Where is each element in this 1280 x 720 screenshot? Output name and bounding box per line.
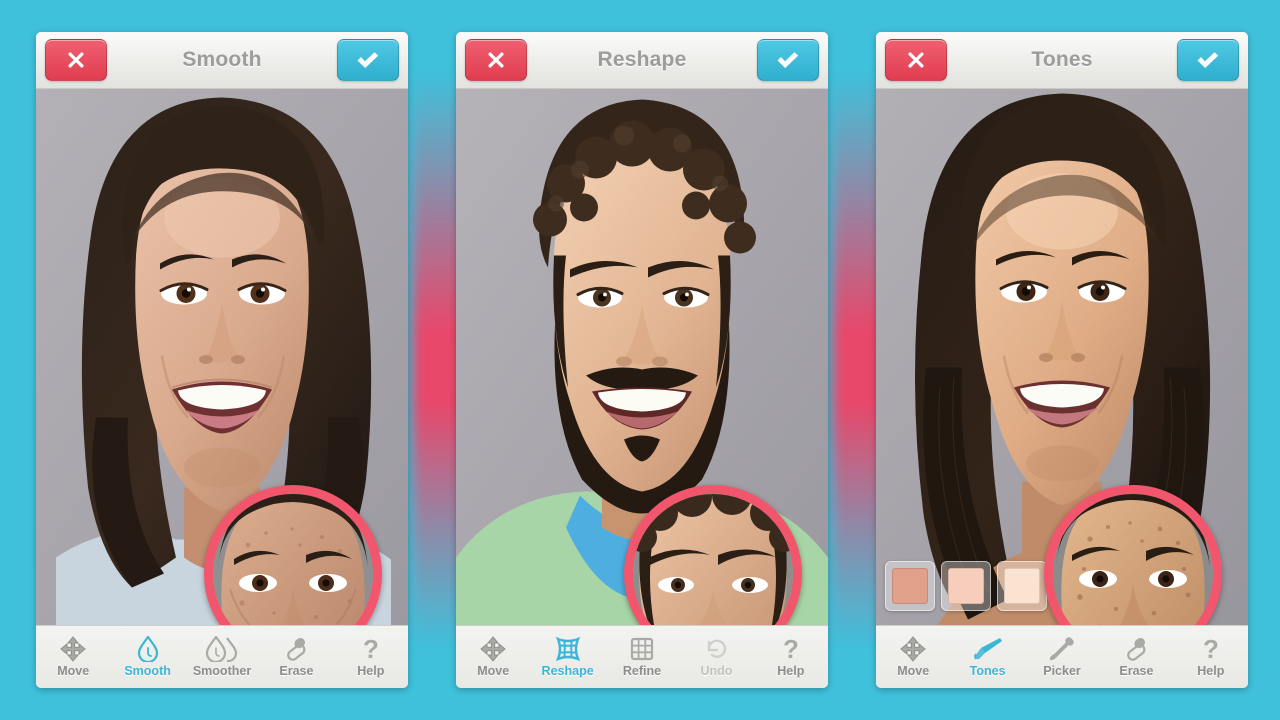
close-x-icon: [68, 52, 84, 68]
loupe-portrait-before: [1053, 494, 1213, 625]
tool-move[interactable]: Move: [876, 636, 950, 678]
tone-swatch-3[interactable]: [997, 561, 1047, 611]
toolbar-tones: Move Tones Picker Erase ? Help: [876, 625, 1248, 688]
tone-swatch-color: [948, 568, 984, 604]
question-mark-icon: ?: [781, 636, 801, 662]
before-preview-loupe[interactable]: [624, 485, 802, 625]
panel-tones: Tones Move Tones Picker Erase ? Help: [876, 32, 1248, 688]
tool-label: Undo: [700, 664, 733, 678]
tone-swatch-color: [892, 568, 928, 604]
tool-move[interactable]: Move: [456, 636, 530, 678]
eraser-icon: [1123, 636, 1149, 662]
tool-label: Reshape: [541, 664, 594, 678]
confirm-button[interactable]: [337, 39, 399, 81]
eyedropper-icon: [1048, 636, 1076, 662]
confirm-button[interactable]: [757, 39, 819, 81]
tone-swatch-1[interactable]: [885, 561, 935, 611]
tool-undo[interactable]: Undo: [679, 636, 753, 678]
tool-label: Move: [57, 664, 90, 678]
droplet-icon: [137, 636, 159, 662]
loupe-portrait-before: [633, 494, 793, 625]
tool-label: Picker: [1043, 664, 1081, 678]
tool-erase[interactable]: Erase: [259, 636, 333, 678]
tool-smooth[interactable]: Smooth: [110, 636, 184, 678]
photo-canvas[interactable]: [36, 89, 408, 625]
tool-label: Refine: [622, 664, 662, 678]
before-preview-loupe[interactable]: [1044, 485, 1222, 625]
svg-text:?: ?: [1203, 636, 1219, 662]
tool-label: Smooth: [124, 664, 171, 678]
tool-label: Move: [897, 664, 930, 678]
tool-picker[interactable]: Picker: [1025, 636, 1099, 678]
eraser-icon: [283, 636, 309, 662]
move-arrows-icon: [900, 636, 926, 662]
move-arrows-icon: [60, 636, 86, 662]
tone-swatch-tray: [885, 561, 1047, 611]
svg-text:?: ?: [363, 636, 379, 662]
before-preview-loupe[interactable]: [204, 485, 382, 625]
tool-help[interactable]: ? Help: [1174, 636, 1248, 678]
photo-canvas[interactable]: [456, 89, 828, 625]
fine-grid-icon: [629, 636, 655, 662]
move-arrows-icon: [480, 636, 506, 662]
photo-canvas[interactable]: [876, 89, 1248, 625]
question-mark-icon: ?: [361, 636, 381, 662]
tool-smoother[interactable]: Smoother: [185, 636, 259, 678]
page-title: Tones: [1031, 48, 1093, 71]
undo-arrow-icon: [703, 636, 729, 662]
tool-label: Erase: [1119, 664, 1154, 678]
tool-tones[interactable]: Tones: [950, 636, 1024, 678]
panel-smooth: Smooth Move Smooth Smoother Erase ? Help: [36, 32, 408, 688]
tone-swatch-color: [1004, 568, 1040, 604]
tool-label: Help: [1197, 664, 1225, 678]
page-title: Smooth: [182, 48, 262, 71]
svg-text:?: ?: [783, 636, 799, 662]
tool-help[interactable]: ? Help: [334, 636, 408, 678]
tool-label: Help: [357, 664, 385, 678]
app-screenshot: Smooth Move Smooth Smoother Erase ? Help…: [0, 0, 1280, 720]
panel-header: Reshape: [456, 32, 828, 89]
question-mark-icon: ?: [1201, 636, 1221, 662]
check-icon: [1197, 52, 1219, 68]
loupe-portrait-before: [213, 494, 373, 625]
warp-grid-icon: [555, 636, 581, 662]
cancel-button[interactable]: [885, 39, 947, 81]
tool-label: Help: [777, 664, 805, 678]
panel-header: Smooth: [36, 32, 408, 89]
tool-refine[interactable]: Refine: [605, 636, 679, 678]
close-x-icon: [908, 52, 924, 68]
tool-label: Tones: [969, 664, 1006, 678]
toolbar-smooth: Move Smooth Smoother Erase ? Help: [36, 625, 408, 688]
confirm-button[interactable]: [1177, 39, 1239, 81]
check-icon: [357, 52, 379, 68]
panel-header: Tones: [876, 32, 1248, 89]
brush-icon: [973, 636, 1003, 662]
cancel-button[interactable]: [45, 39, 107, 81]
close-x-icon: [488, 52, 504, 68]
page-title: Reshape: [597, 48, 687, 71]
double-droplet-icon: [205, 636, 239, 662]
tool-reshape[interactable]: Reshape: [530, 636, 604, 678]
tool-help[interactable]: ? Help: [754, 636, 828, 678]
toolbar-reshape: Move Reshape Refine Undo ? Help: [456, 625, 828, 688]
tool-label: Move: [477, 664, 510, 678]
tool-label: Smoother: [192, 664, 252, 678]
tool-label: Erase: [279, 664, 314, 678]
tone-swatch-2[interactable]: [941, 561, 991, 611]
cancel-button[interactable]: [465, 39, 527, 81]
check-icon: [777, 52, 799, 68]
tool-move[interactable]: Move: [36, 636, 110, 678]
panel-reshape: Reshape Move Reshape Refine Undo ? Help: [456, 32, 828, 688]
tool-erase[interactable]: Erase: [1099, 636, 1173, 678]
